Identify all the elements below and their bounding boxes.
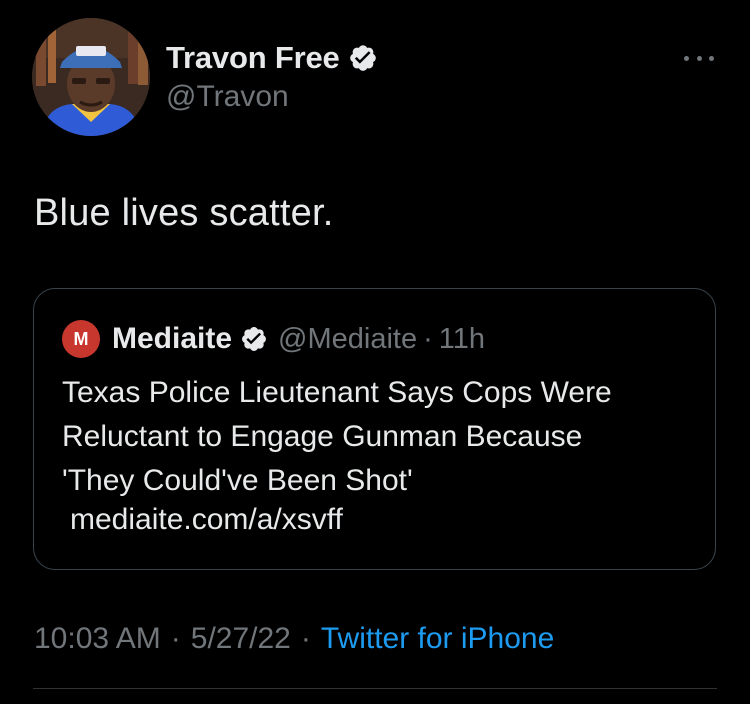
quoted-timestamp: 11h (438, 322, 485, 355)
quoted-tweet-header: M Mediaite @Mediaite · 11h (62, 319, 485, 359)
tweet-text: Blue lives scatter. (34, 192, 334, 234)
tweet-meta: 10:03 AM · 5/27/22 · Twitter for iPhone (34, 622, 554, 656)
quoted-display-name: Mediaite (112, 322, 233, 355)
quoted-body-line: Reluctant to Engage Gunman Because (62, 420, 583, 453)
more-dot (696, 55, 702, 61)
quoted-body-line: 'They Could've Been Shot' (62, 464, 413, 497)
quoted-body-line: Texas Police Lieutenant Says Cops Were (62, 376, 612, 409)
divider (33, 688, 717, 689)
more-options-icon[interactable] (684, 46, 714, 70)
quoted-tweet-link[interactable]: mediaite.com/a/xsvff (70, 503, 343, 537)
profile-photo-icon (32, 18, 150, 136)
quoted-tweet-body: Texas Police Lieutenant Says Cops Were R… (62, 371, 702, 503)
meta-separator: · (170, 622, 181, 655)
verified-badge-icon (240, 325, 268, 353)
tweet-source-link[interactable]: Twitter for iPhone (321, 622, 554, 656)
mediaite-avatar-letter: M (73, 328, 89, 349)
author-avatar[interactable] (32, 18, 150, 136)
author-name-row: Travon Free (166, 38, 378, 78)
quoted-handle: @Mediaite (278, 322, 418, 355)
author-display-name[interactable]: Travon Free (166, 40, 340, 76)
tweet-date[interactable]: 5/27/22 (191, 622, 291, 656)
more-dot (684, 55, 689, 61)
quoted-separator: · (423, 322, 433, 355)
author-handle[interactable]: @Travon (166, 80, 289, 114)
verified-badge-icon (348, 43, 378, 73)
mediaite-avatar: M (62, 320, 100, 358)
tweet-time[interactable]: 10:03 AM (34, 622, 161, 656)
quoted-tweet-card[interactable]: M Mediaite @Mediaite · 11h Texas Police … (33, 288, 716, 570)
meta-separator: · (300, 622, 311, 655)
more-dot (709, 55, 714, 61)
